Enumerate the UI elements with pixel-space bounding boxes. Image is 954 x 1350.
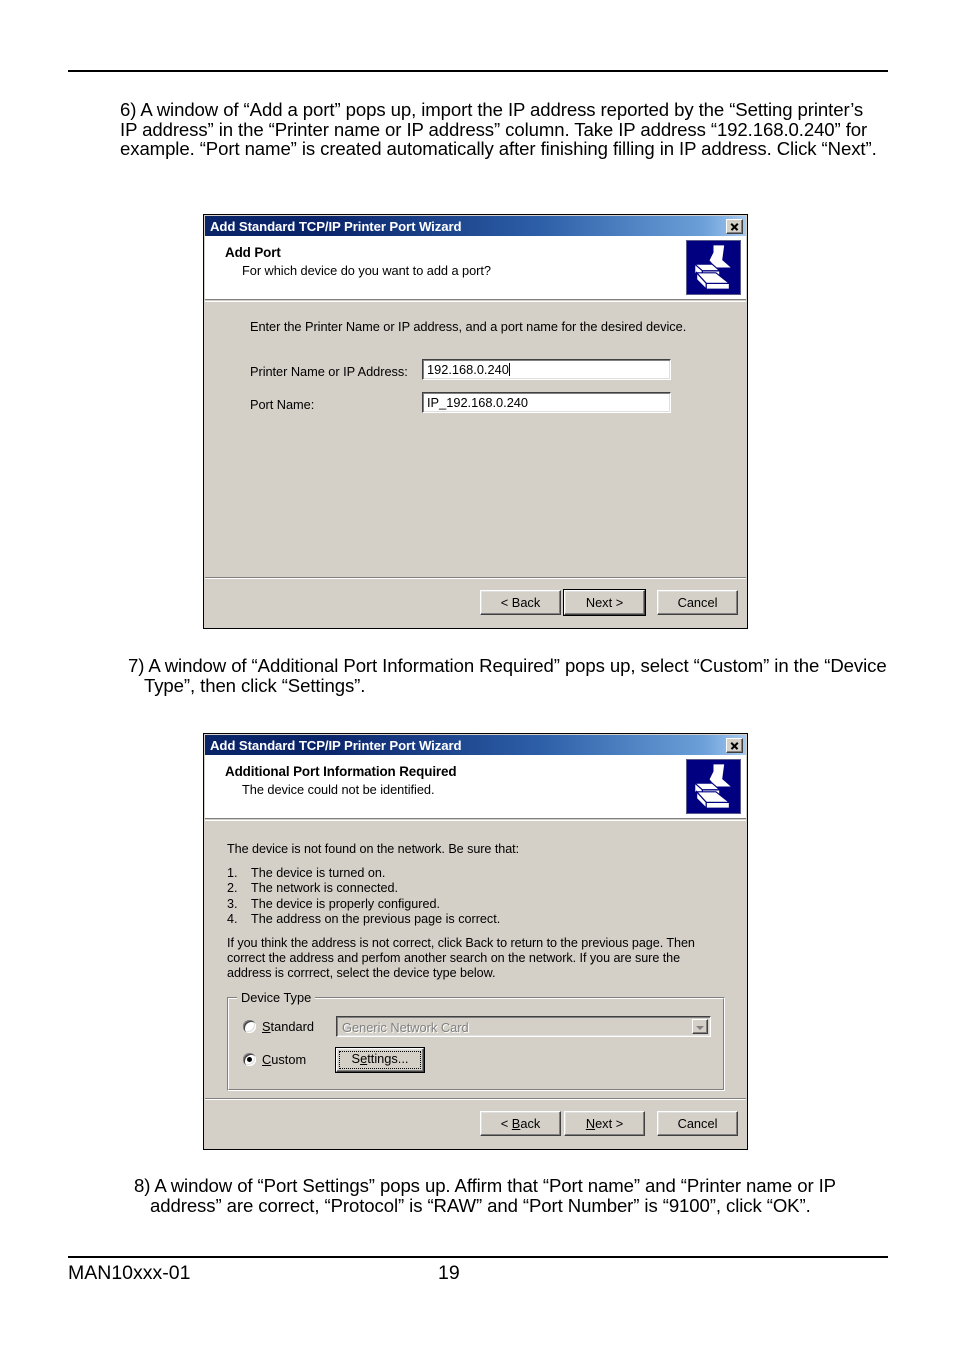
next-button[interactable]: Next > <box>563 589 646 616</box>
step-8-paragraph: 8) A window of “Port Settings” pops up. … <box>134 1175 836 1216</box>
header-rule <box>68 70 888 72</box>
manual-page: 6) A window of “Add a port” pops up, imp… <box>0 0 954 1350</box>
port-name-input[interactable]: IP_192.168.0.240 <box>422 392 671 413</box>
dialog-titlebar[interactable]: Add Standard TCP/IP Printer Port Wizard <box>205 216 746 236</box>
device-type-combo-value: Generic Network Card <box>342 1020 469 1035</box>
step-7-paragraph: 7) A window of “Additional Port Informat… <box>128 655 887 696</box>
dialog-content: The device is not found on the network. … <box>205 820 746 1098</box>
list-item-text: The address on the previous page is corr… <box>251 911 501 926</box>
list-item: 2. The network is connected. <box>227 881 500 896</box>
dialog-header-subtitle: For which device do you want to add a po… <box>242 263 491 278</box>
dialog-header-title: Additional Port Information Required <box>225 764 457 779</box>
dialog-header-subtitle: The device could not be identified. <box>242 782 435 797</box>
list-item-number: 2. <box>227 881 238 896</box>
standard-radio-row[interactable]: Standard <box>243 1019 314 1034</box>
list-item-text: The device is properly configured. <box>251 896 441 911</box>
text-caret <box>508 363 510 376</box>
custom-radio-row[interactable]: Custom <box>243 1052 306 1067</box>
printer-name-label: Printer Name or IP Address: <box>250 364 408 379</box>
group-inner-border <box>228 998 724 1090</box>
list-item-number: 4. <box>227 911 238 926</box>
back-button[interactable]: < Back <box>480 1111 561 1136</box>
cancel-button[interactable]: Cancel <box>657 1111 738 1136</box>
settings-button[interactable]: Settings... <box>335 1047 425 1073</box>
document-code: MAN10xxx-01 <box>68 1262 191 1284</box>
device-type-group: Device Type Standard Generic Network Car… <box>227 990 725 1091</box>
instruction-text: Enter the Printer Name or IP address, an… <box>250 319 687 334</box>
footer-rule <box>68 1256 888 1258</box>
list-item-number: 1. <box>227 866 238 880</box>
custom-radio[interactable] <box>243 1053 256 1066</box>
step-6-paragraph: 6) A window of “Add a port” pops up, imp… <box>120 99 877 160</box>
settings-button-label: Settings... <box>351 1051 409 1066</box>
standard-radio[interactable] <box>243 1020 256 1033</box>
standard-radio-label: Standard <box>262 1019 314 1034</box>
add-port-dialog: Add Standard TCP/IP Printer Port Wizard … <box>203 214 748 629</box>
dialog-header-title: Add Port <box>225 245 281 260</box>
list-item: 4. The address on the previous page is co… <box>227 912 500 927</box>
next-button[interactable]: Next > <box>564 1111 645 1136</box>
advice-text: If you think the address is not correct,… <box>227 936 695 980</box>
dialog-button-bar: < Back Next > Cancel <box>205 1098 746 1148</box>
network-status-text: The device is not found on the network. … <box>227 842 520 856</box>
device-type-legend: Device Type <box>237 990 316 1005</box>
chevron-down-icon[interactable] <box>692 1019 708 1034</box>
dialog-header-band: Add Port For which device do you want to… <box>205 236 746 300</box>
page-number: 19 <box>438 1262 460 1284</box>
dialog-title: Add Standard TCP/IP Printer Port Wizard <box>210 218 462 234</box>
cancel-button[interactable]: Cancel <box>657 590 738 615</box>
port-name-label: Port Name: <box>250 397 315 412</box>
list-item-text: The device is turned on. <box>251 866 386 880</box>
dialog-titlebar[interactable]: Add Standard TCP/IP Printer Port Wizard <box>205 735 746 755</box>
back-button[interactable]: < Back <box>480 590 561 615</box>
dialog-content: Enter the Printer Name or IP address, an… <box>205 301 746 577</box>
printer-icon <box>686 240 741 295</box>
printer-name-input[interactable]: 192.168.0.240 <box>422 359 671 380</box>
list-item-text: The network is connected. <box>251 881 399 896</box>
close-icon[interactable] <box>726 218 743 234</box>
list-item: 1. The device is turned on. <box>227 866 500 881</box>
device-type-combo[interactable]: Generic Network Card <box>336 1016 711 1037</box>
printer-icon <box>686 759 741 814</box>
list-item: 3. The device is properly configured. <box>227 897 500 912</box>
dialog-button-bar: < Back Next > Cancel <box>205 577 746 627</box>
dialog-title: Add Standard TCP/IP Printer Port Wizard <box>210 737 462 753</box>
additional-port-info-dialog: Add Standard TCP/IP Printer Port Wizard … <box>203 733 748 1150</box>
list-item-number: 3. <box>227 896 238 911</box>
printer-name-value: 192.168.0.240 <box>427 362 509 377</box>
troubleshooting-list: 1. The device is turned on. 2. The network… <box>227 866 500 927</box>
page-footer: MAN10xxx-01 19 <box>68 1262 888 1290</box>
custom-radio-label: Custom <box>262 1052 307 1067</box>
dialog-header-band: Additional Port Information Required The… <box>205 755 746 819</box>
close-icon[interactable] <box>726 737 743 753</box>
